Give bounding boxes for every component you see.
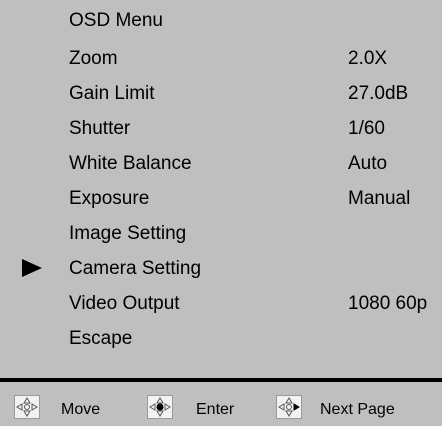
menu-item-camera-setting[interactable]: Camera Setting [0, 252, 442, 286]
hint-next-page-label: Next Page [320, 401, 395, 418]
menu-item-value: Manual [348, 188, 411, 209]
menu-item-value: Auto [348, 153, 388, 174]
menu-item-value: 2.0X [348, 48, 388, 69]
menu-item-label: Camera Setting [69, 258, 202, 279]
menu-item-value: 1080 60p [348, 293, 428, 314]
hint-move-label: Move [61, 401, 101, 418]
menu-item-label: Video Output [69, 293, 180, 314]
menu-item-image-setting[interactable]: Image Setting [0, 217, 442, 251]
menu-item-label: Gain Limit [69, 83, 155, 104]
dpad-right-icon [276, 395, 302, 419]
menu-item-exposure[interactable]: Exposure Manual [0, 182, 442, 216]
menu-item-value: 1/60 [348, 118, 385, 139]
menu-item-label: Shutter [69, 118, 131, 139]
footer-hints: Move Enter Next Page [0, 382, 442, 426]
menu-item-gain-limit[interactable]: Gain Limit 27.0dB [0, 77, 442, 111]
menu-item-white-balance[interactable]: White Balance Auto [0, 147, 442, 181]
osd-menu-screen: OSD Menu Zoom 2.0X Gain Limit 27.0dB Shu… [0, 0, 442, 426]
menu-item-shutter[interactable]: Shutter 1/60 [0, 112, 442, 146]
menu-item-zoom[interactable]: Zoom 2.0X [0, 42, 442, 76]
menu-item-value: 27.0dB [348, 83, 409, 104]
triangle-right-icon [22, 259, 42, 277]
menu-item-label: Exposure [69, 188, 150, 209]
menu-item-label: White Balance [69, 153, 192, 174]
menu-item-video-output[interactable]: Video Output 1080 60p [0, 287, 442, 321]
dpad-center-icon [147, 395, 173, 419]
menu-title: OSD Menu [69, 10, 163, 31]
menu-item-label: Zoom [69, 48, 118, 69]
menu-item-label: Image Setting [69, 223, 187, 244]
hint-enter-label: Enter [196, 401, 235, 418]
dpad-arrows-icon [14, 395, 40, 419]
menu-item-label: Escape [69, 328, 133, 349]
menu-item-escape[interactable]: Escape [0, 322, 442, 356]
